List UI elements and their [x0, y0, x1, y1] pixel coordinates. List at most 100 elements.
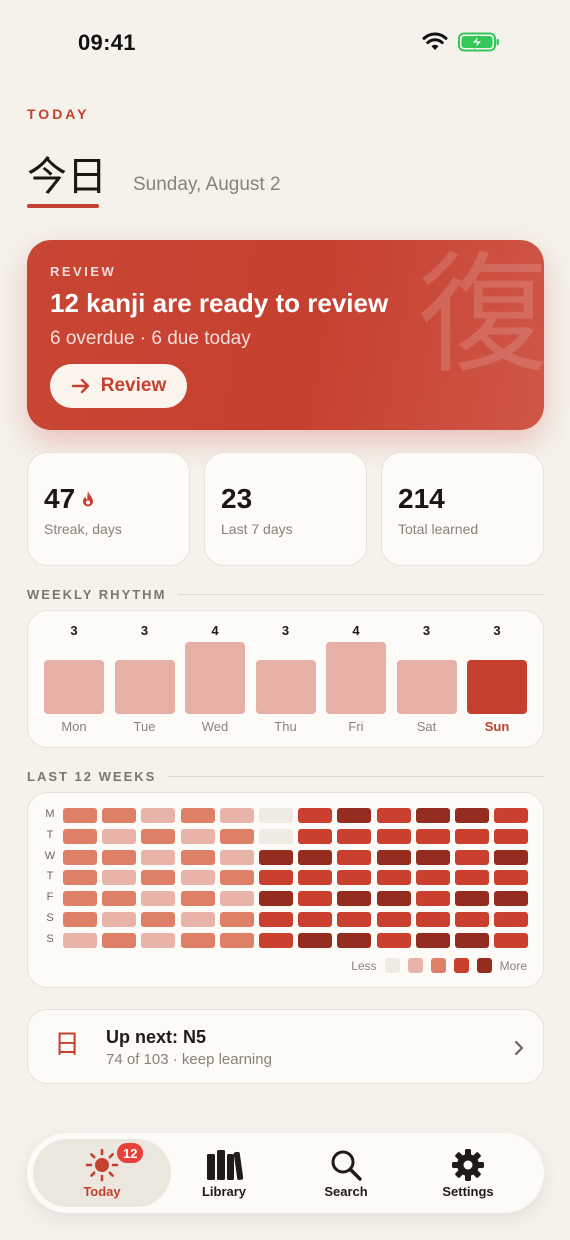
heatmap-cell	[494, 891, 529, 907]
heatmap-cell	[376, 808, 411, 823]
title-underline	[27, 204, 99, 208]
bar-count: 3	[140, 623, 149, 638]
heatmap-cell	[180, 808, 215, 823]
heatmap-cell	[63, 932, 97, 948]
bar-day-label: Mon	[61, 719, 87, 734]
bar-count: 4	[211, 623, 219, 638]
stat-card-last-7: 23 Last 7 days	[204, 452, 367, 566]
heatmap-cell	[141, 912, 176, 927]
tab-bar: 12 Today Library Search Settings	[27, 1133, 544, 1213]
heatmap-cell	[259, 932, 293, 948]
heatmap-cell	[63, 912, 97, 927]
books-icon	[207, 1150, 243, 1181]
weekly-rhythm-heading: WEEKLY RHYTHM	[27, 587, 544, 602]
up-next-card[interactable]: 日 Up next: N5 74 of 103 · keep learning	[27, 1009, 544, 1084]
heatmap-cell	[141, 891, 176, 907]
heatmap-heading: LAST 12 WEEKS	[27, 769, 544, 784]
heatmap-cell	[259, 891, 293, 907]
heatmap-cell	[337, 870, 372, 886]
heatmap-cell	[102, 912, 137, 927]
heatmap-cell	[219, 828, 254, 844]
tab-settings[interactable]: Settings	[399, 1139, 537, 1207]
bar-count: 3	[422, 623, 431, 638]
bar-column-sat: 3 Sat	[396, 611, 457, 749]
review-watermark: 復	[417, 240, 544, 391]
tab-label-search: Search	[324, 1184, 368, 1199]
bar-column-thu: 3 Thu	[255, 611, 316, 749]
bar-day-label: Fri	[348, 719, 364, 734]
heatmap-row-label: T	[46, 870, 54, 883]
heatmap-cell	[415, 828, 450, 844]
tab-today[interactable]: 12 Today	[33, 1139, 171, 1207]
heatmap-cell	[455, 828, 489, 844]
review-card[interactable]: 復 REVIEW 12 kanji are ready to review 6 …	[27, 240, 544, 430]
arrow-right-icon	[71, 378, 89, 394]
heatmap-panel: Less More MTWTFSS	[27, 792, 544, 988]
bar	[185, 642, 245, 714]
tab-library[interactable]: Library	[155, 1139, 293, 1207]
heatmap-cell	[180, 828, 215, 844]
heatmap-cell	[298, 870, 333, 886]
bar-day-label: Wed	[201, 719, 229, 734]
heatmap-cell	[337, 891, 372, 907]
heatmap-cell	[455, 891, 489, 907]
heatmap-cell	[337, 828, 372, 844]
page-title: 今日	[27, 154, 107, 200]
status-bar: 09:41	[0, 0, 570, 84]
review-button[interactable]: Review	[50, 364, 187, 408]
heatmap-cell	[494, 849, 529, 865]
heatmap-cell	[415, 912, 450, 927]
heatmap-cell	[494, 828, 529, 844]
heatmap-cell	[494, 912, 529, 927]
heatmap-cell	[180, 912, 215, 927]
tab-search[interactable]: Search	[277, 1139, 415, 1207]
heatmap-cell	[494, 808, 529, 823]
bar-day-label: Sun	[484, 719, 510, 734]
bar-column-mon: 3 Mon	[44, 611, 104, 749]
heatmap-cell	[63, 808, 97, 823]
stat-label-total: Total learned	[398, 521, 479, 537]
weekly-rhythm-panel: 3 Mon 3 Tue 4 Wed 3 Thu 4 Fri 3 Sat 3 Sun	[27, 610, 544, 748]
heatmap-cell	[376, 932, 411, 948]
heatmap-cell	[298, 808, 333, 823]
heatmap-cell	[415, 808, 450, 823]
heatmap-cell	[494, 870, 529, 886]
bar	[44, 660, 104, 714]
heatmap-row-label: W	[44, 849, 56, 862]
bar-count: 3	[493, 623, 501, 638]
heatmap-cell	[337, 912, 372, 927]
section-divider	[168, 776, 544, 777]
up-next-subtitle: 74 of 103 · keep learning	[106, 1051, 272, 1068]
heatmap-cell	[141, 932, 176, 948]
heatmap-cell	[141, 870, 176, 886]
bar	[114, 660, 175, 714]
battery-icon	[458, 32, 499, 52]
heatmap-cell	[63, 849, 97, 865]
heatmap-cell	[180, 932, 215, 948]
stat-value-streak: 47	[44, 483, 95, 515]
heatmap-label: LAST 12 WEEKS	[27, 769, 157, 784]
heatmap-cell	[455, 808, 489, 823]
heatmap-cell	[63, 870, 97, 886]
wifi-icon	[422, 32, 448, 50]
chevron-right-icon	[514, 1040, 524, 1056]
review-eyebrow: REVIEW	[50, 264, 117, 279]
search-icon	[331, 1150, 362, 1181]
heatmap-cell	[102, 870, 137, 886]
heatmap-cell	[376, 891, 411, 907]
heatmap-cell	[219, 912, 254, 927]
heatmap-cell	[415, 849, 450, 865]
heatmap-cell	[259, 808, 293, 823]
heatmap-cell	[494, 932, 529, 948]
heatmap-cell	[298, 912, 333, 927]
bar-count: 4	[352, 623, 360, 638]
heatmap-cell	[455, 912, 489, 927]
heatmap-cell	[63, 891, 97, 907]
bar-day-label: Thu	[274, 719, 297, 734]
page-eyebrow: TODAY	[27, 106, 90, 122]
flame-icon	[83, 491, 94, 507]
heatmap-cell	[376, 828, 411, 844]
heatmap-cell	[259, 828, 293, 844]
stat-value-total: 214	[398, 483, 445, 514]
bar-column-fri: 4 Fri	[326, 611, 386, 749]
